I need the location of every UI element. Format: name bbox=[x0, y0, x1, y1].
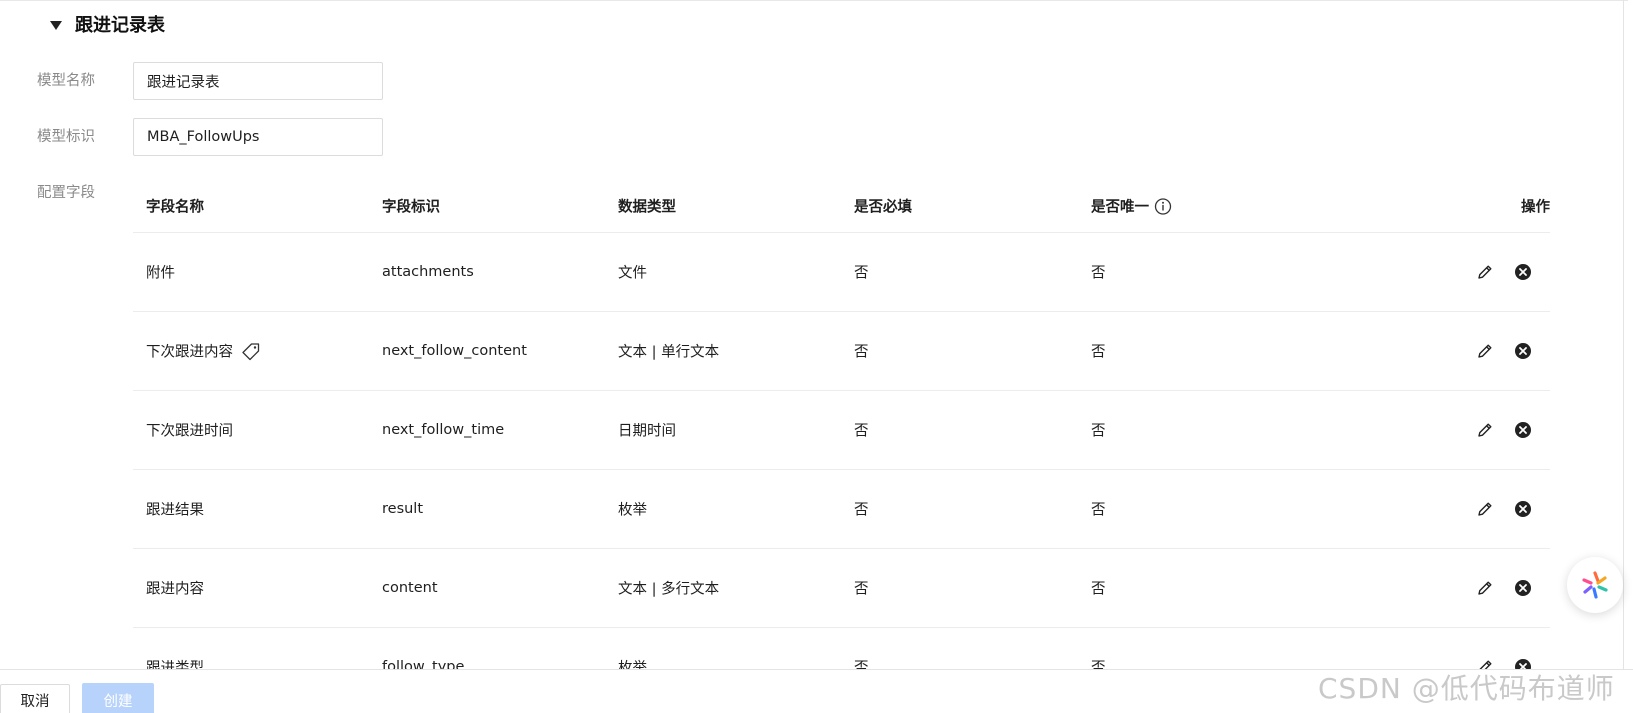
header-type: 数据类型 bbox=[618, 199, 676, 216]
fields-table: 字段名称 字段标识 数据类型 是否必填 是否唯一 操作 附件 attachmen… bbox=[133, 180, 1550, 707]
pencil-icon[interactable] bbox=[1476, 500, 1494, 518]
caret-down-icon bbox=[50, 20, 62, 30]
row-actions bbox=[1476, 421, 1532, 439]
section-header[interactable]: 跟进记录表 bbox=[50, 10, 165, 38]
model-name-label: 模型名称 bbox=[37, 73, 95, 89]
field-unique: 否 bbox=[1091, 581, 1106, 598]
field-unique: 否 bbox=[1091, 344, 1106, 361]
field-type: 枚举 bbox=[618, 502, 647, 519]
pencil-icon[interactable] bbox=[1476, 342, 1494, 360]
field-required: 否 bbox=[854, 423, 869, 440]
create-button[interactable]: 创建 bbox=[82, 683, 154, 713]
assistant-fab[interactable] bbox=[1567, 557, 1623, 613]
header-unique: 是否唯一 bbox=[1091, 196, 1172, 217]
cancel-button[interactable]: 取消 bbox=[0, 684, 70, 713]
close-circle-icon[interactable] bbox=[1514, 579, 1532, 597]
field-name-cell: 下次跟进内容 bbox=[146, 341, 261, 362]
field-unique: 否 bbox=[1091, 423, 1106, 440]
field-unique: 否 bbox=[1091, 502, 1106, 519]
pencil-icon[interactable] bbox=[1476, 579, 1494, 597]
model-name-input[interactable] bbox=[133, 62, 383, 100]
model-id-input[interactable] bbox=[133, 118, 383, 156]
table-header: 字段名称 字段标识 数据类型 是否必填 是否唯一 操作 bbox=[133, 180, 1550, 233]
close-circle-icon[interactable] bbox=[1514, 421, 1532, 439]
field-name: 下次跟进时间 bbox=[146, 423, 233, 440]
table-row: 附件 attachments 文件 否 否 bbox=[133, 233, 1550, 312]
header-actions: 操作 bbox=[1521, 199, 1550, 216]
row-actions bbox=[1476, 579, 1532, 597]
field-name: 跟进结果 bbox=[146, 502, 204, 519]
pencil-icon[interactable] bbox=[1476, 263, 1494, 281]
watermark: CSDN @低代码布道师 bbox=[1318, 672, 1615, 705]
top-divider bbox=[0, 0, 1628, 2]
field-id: next_follow_content bbox=[382, 343, 527, 359]
field-name: 附件 bbox=[146, 265, 175, 282]
field-type: 文件 bbox=[618, 265, 647, 282]
close-circle-icon[interactable] bbox=[1514, 263, 1532, 281]
field-id: result bbox=[382, 501, 424, 517]
header-unique-label: 是否唯一 bbox=[1091, 199, 1149, 216]
tag-icon[interactable] bbox=[241, 341, 261, 361]
table-row: 下次跟进内容 next_follow_content 文本 | 单行文本 否 否 bbox=[133, 312, 1550, 391]
field-required: 否 bbox=[854, 502, 869, 519]
right-divider bbox=[1623, 0, 1624, 670]
pencil-icon[interactable] bbox=[1476, 421, 1494, 439]
field-type: 文本 | 多行文本 bbox=[618, 581, 720, 598]
field-required: 否 bbox=[854, 265, 869, 282]
field-name: 跟进内容 bbox=[146, 581, 204, 598]
field-type: 文本 | 单行文本 bbox=[618, 344, 720, 361]
row-actions bbox=[1476, 500, 1532, 518]
fields-label: 配置字段 bbox=[37, 185, 95, 201]
field-id: attachments bbox=[382, 264, 474, 280]
field-required: 否 bbox=[854, 581, 869, 598]
section-title: 跟进记录表 bbox=[75, 15, 165, 36]
model-id-label: 模型标识 bbox=[37, 129, 95, 145]
field-unique: 否 bbox=[1091, 265, 1106, 282]
header-name: 字段名称 bbox=[146, 199, 204, 216]
assistant-logo-icon bbox=[1582, 571, 1608, 599]
row-actions bbox=[1476, 263, 1532, 281]
close-circle-icon[interactable] bbox=[1514, 500, 1532, 518]
header-id: 字段标识 bbox=[382, 199, 440, 216]
table-row: 跟进内容 content 文本 | 多行文本 否 否 bbox=[133, 549, 1550, 628]
field-required: 否 bbox=[854, 344, 869, 361]
field-id: next_follow_time bbox=[382, 422, 505, 438]
table-row: 下次跟进时间 next_follow_time 日期时间 否 否 bbox=[133, 391, 1550, 470]
info-icon[interactable] bbox=[1154, 197, 1172, 215]
header-required: 是否必填 bbox=[854, 199, 912, 216]
table-row: 跟进结果 result 枚举 否 否 bbox=[133, 470, 1550, 549]
close-circle-icon[interactable] bbox=[1514, 342, 1532, 360]
field-name: 下次跟进内容 bbox=[146, 344, 233, 361]
field-type: 日期时间 bbox=[618, 423, 676, 440]
row-actions bbox=[1476, 342, 1532, 360]
field-id: content bbox=[382, 580, 438, 596]
